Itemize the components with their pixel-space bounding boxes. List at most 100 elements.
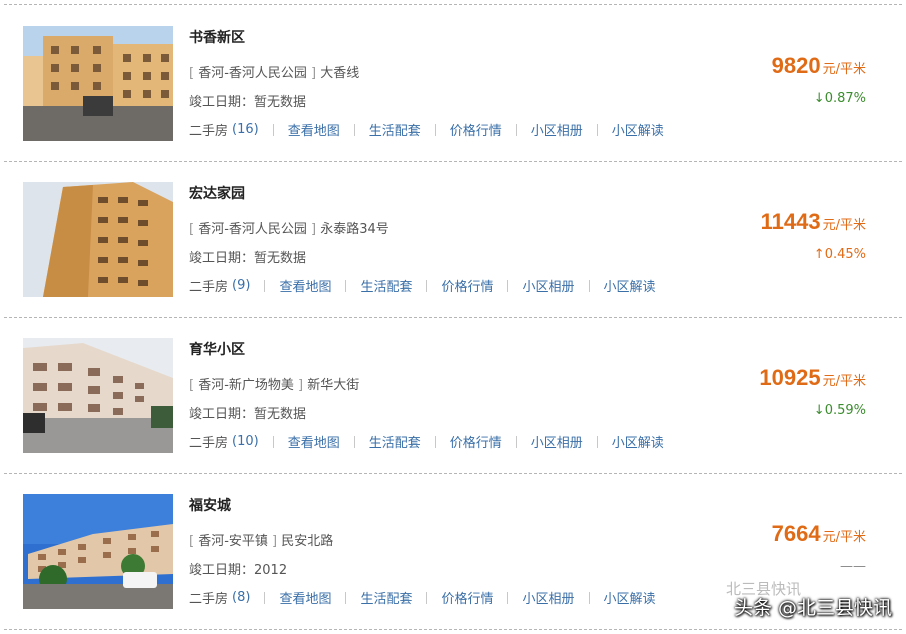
price-unit: 元/平米	[822, 62, 866, 77]
link-separator	[264, 591, 266, 604]
amenities-link[interactable]: 生活配套	[360, 276, 412, 295]
link-separator	[515, 435, 517, 448]
amenities-link[interactable]: 生活配套	[360, 588, 412, 607]
view-map-link[interactable]: 查看地图	[279, 276, 331, 295]
community-photo[interactable]	[23, 338, 173, 453]
listing-links: 二手房 (8) 查看地图 生活配套 价格行情 小区相册 小区解读	[189, 588, 656, 607]
community-review-link[interactable]: 小区解读	[604, 276, 656, 295]
link-separator	[345, 279, 347, 292]
community-photo[interactable]	[23, 494, 173, 609]
price: 11443 元/平米	[761, 209, 866, 235]
price-value: 10925	[759, 365, 821, 390]
community-photo[interactable]	[23, 182, 173, 297]
community-name[interactable]: 福安城	[189, 495, 231, 515]
price-trend-link[interactable]: 价格行情	[450, 120, 502, 139]
community-review-link[interactable]: 小区解读	[612, 120, 664, 139]
price: 7664 元/平米	[772, 521, 866, 547]
view-map-link[interactable]: 查看地图	[279, 588, 331, 607]
price-change: ↑0.45%	[813, 247, 866, 262]
street-name: 民安北路	[281, 534, 334, 549]
street-name: 大香线	[320, 66, 360, 81]
street-name: 新华大街	[307, 378, 360, 393]
link-separator	[434, 435, 436, 448]
secondhand-count-link[interactable]: (9)	[232, 278, 250, 293]
view-map-link[interactable]: 查看地图	[288, 120, 340, 139]
price-unit: 元/平米	[822, 530, 866, 545]
listing-item[interactable]: 育华小区 [ 香河-新广场物美 ] 新华大街 竣工日期：暂无数据 二手房 (10)…	[0, 317, 906, 473]
link-separator	[507, 279, 509, 292]
completion-value: 暂无数据	[254, 251, 307, 266]
divider	[4, 629, 902, 630]
price: 9820 元/平米	[772, 53, 866, 79]
link-separator	[515, 123, 517, 136]
district-location[interactable]: 香河-香河人民公园	[198, 66, 307, 81]
completion-date: 竣工日期：暂无数据	[189, 247, 306, 266]
price-change: ——	[840, 559, 866, 574]
listing-links: 二手房 (9) 查看地图 生活配套 价格行情 小区相册 小区解读	[189, 276, 656, 295]
secondhand-count-link[interactable]: (16)	[232, 122, 259, 137]
community-address: [ 香河-新广场物美 ] 新华大街	[189, 378, 360, 393]
community-photo[interactable]	[23, 26, 173, 141]
link-separator	[353, 123, 355, 136]
community-name[interactable]: 书香新区	[189, 27, 245, 47]
district-location[interactable]: 香河-安平镇	[198, 534, 268, 549]
link-separator	[264, 279, 266, 292]
price-trend-link[interactable]: 价格行情	[450, 432, 502, 451]
community-name[interactable]: 育华小区	[189, 339, 245, 359]
price-value: 11443	[760, 209, 821, 234]
link-separator	[434, 123, 436, 136]
secondhand-label[interactable]: 二手房	[189, 588, 228, 607]
photo-album-link[interactable]: 小区相册	[522, 276, 574, 295]
link-separator	[272, 123, 274, 136]
price-trend-link[interactable]: 价格行情	[441, 276, 493, 295]
amenities-link[interactable]: 生活配套	[369, 120, 421, 139]
community-review-link[interactable]: 小区解读	[612, 432, 664, 451]
amenities-link[interactable]: 生活配套	[369, 432, 421, 451]
price-trend-link[interactable]: 价格行情	[441, 588, 493, 607]
link-separator	[588, 279, 590, 292]
completion-label: 竣工日期：	[189, 251, 255, 266]
completion-value: 暂无数据	[254, 407, 307, 422]
secondhand-label[interactable]: 二手房	[189, 120, 228, 139]
secondhand-count-link[interactable]: (10)	[232, 434, 259, 449]
price-value: 9820	[771, 53, 821, 78]
link-separator	[345, 591, 347, 604]
photo-album-link[interactable]: 小区相册	[531, 120, 583, 139]
completion-label: 竣工日期：	[189, 407, 255, 422]
completion-label: 竣工日期：	[189, 95, 255, 110]
community-name[interactable]: 宏达家园	[189, 183, 245, 203]
listing-links: 二手房 (10) 查看地图 生活配套 价格行情 小区相册 小区解读	[189, 432, 664, 451]
community-address: [ 香河-香河人民公园 ] 永泰路34号	[189, 222, 389, 237]
completion-date: 竣工日期：2012	[189, 559, 287, 578]
view-map-link[interactable]: 查看地图	[288, 432, 340, 451]
completion-date: 竣工日期：暂无数据	[189, 91, 306, 110]
community-review-link[interactable]: 小区解读	[604, 588, 656, 607]
link-separator	[426, 591, 428, 604]
photo-album-link[interactable]: 小区相册	[522, 588, 574, 607]
price-unit: 元/平米	[822, 218, 866, 233]
completion-value: 2012	[254, 563, 288, 578]
secondhand-label[interactable]: 二手房	[189, 432, 228, 451]
secondhand-label[interactable]: 二手房	[189, 276, 228, 295]
link-separator	[596, 123, 598, 136]
link-separator	[507, 591, 509, 604]
link-separator	[596, 435, 598, 448]
listing-item[interactable]: 宏达家园 [ 香河-香河人民公园 ] 永泰路34号 竣工日期：暂无数据 二手房 (…	[0, 161, 906, 317]
district-location[interactable]: 香河-香河人民公园	[198, 222, 307, 237]
price-change: ↓0.59%	[813, 403, 866, 418]
price-change: ↓0.87%	[813, 91, 866, 106]
photo-album-link[interactable]: 小区相册	[531, 432, 583, 451]
street-name: 永泰路34号	[320, 222, 389, 237]
secondhand-count-link[interactable]: (8)	[232, 590, 250, 605]
price: 10925 元/平米	[759, 365, 866, 391]
completion-value: 暂无数据	[254, 95, 307, 110]
listing-item[interactable]: 书香新区 [ 香河-香河人民公园 ] 大香线 竣工日期：暂无数据 二手房 (16)…	[0, 5, 906, 161]
community-address: [ 香河-安平镇 ] 民安北路	[189, 534, 334, 549]
community-address: [ 香河-香河人民公园 ] 大香线	[189, 66, 360, 81]
price-unit: 元/平米	[822, 374, 866, 389]
link-separator	[353, 435, 355, 448]
toutiao-watermark: 头条 @北三县快讯	[733, 597, 892, 619]
completion-label: 竣工日期：	[189, 563, 255, 578]
link-separator	[426, 279, 428, 292]
district-location[interactable]: 香河-新广场物美	[198, 378, 294, 393]
